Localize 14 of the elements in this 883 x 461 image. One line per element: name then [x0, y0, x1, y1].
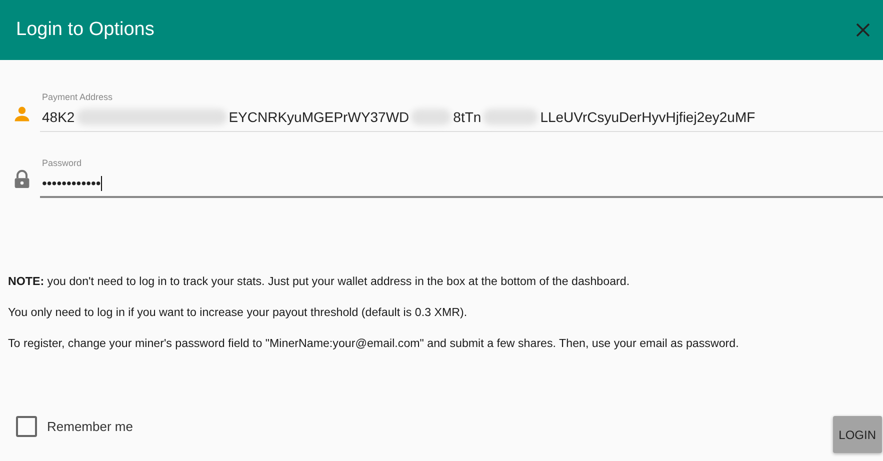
close-icon[interactable] [856, 23, 870, 37]
person-icon [13, 105, 31, 123]
redaction-blur [483, 109, 538, 125]
note-text: To register, change your miner's password field to "MinerName:your@email.com" and submit a few shares. Then, use your email as password. [8, 336, 740, 352]
lock-icon [13, 169, 31, 189]
redaction-blur [411, 109, 452, 125]
login-button[interactable]: LOGIN [832, 416, 882, 453]
dialog-title: Login to Options [16, 19, 154, 41]
address-field[interactable]: Payment Address 48K2 EYCNRKyuMGEPrWY37WD 8tTn LLeUVrCsyuDerHyvHjfiej2ey2uMF [40, 92, 883, 132]
password-field[interactable]: Password •••••••••••• [40, 158, 883, 198]
remember-label: Remember me [47, 419, 133, 434]
remember-checkbox[interactable] [16, 416, 37, 437]
note-text: NOTE: you don't need to log in to track your stats. Just put your wallet address in the box at the bottom of the dashboard. [8, 274, 631, 290]
note-text: You only need to log in if you want to increase your payout threshold (default is 0.3 XMR). [8, 305, 468, 321]
